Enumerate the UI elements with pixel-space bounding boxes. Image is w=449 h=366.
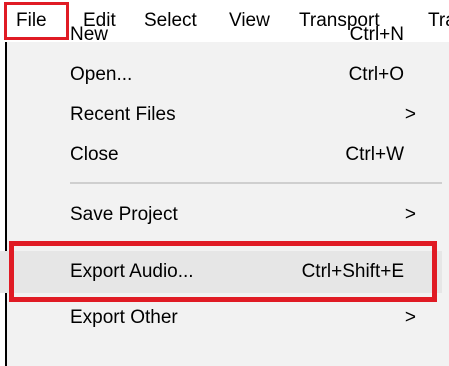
menu-item-label: Open... — [70, 64, 133, 85]
menu-item-save-project[interactable]: Save Project > — [0, 194, 442, 236]
export-audio-highlight-box — [9, 241, 437, 302]
menu-item-shortcut: Ctrl+W — [345, 144, 404, 165]
menu-item-open[interactable]: Open... Ctrl+O — [0, 54, 442, 96]
chevron-right-icon: > — [404, 204, 416, 225]
menu-item-recent-files[interactable]: Recent Files > — [0, 94, 442, 136]
menu-item-shortcut: Ctrl+O — [348, 64, 404, 85]
menu-item-shortcut: Ctrl+N — [349, 24, 404, 45]
chevron-right-icon: > — [404, 307, 416, 328]
menu-item-label: Recent Files — [70, 104, 176, 125]
menu-item-export-other[interactable]: Export Other > — [0, 297, 442, 339]
menu-separator — [70, 182, 442, 184]
chevron-right-icon: > — [404, 104, 416, 125]
menu-item-label: Close — [70, 144, 119, 165]
menu-item-close[interactable]: Close Ctrl+W — [0, 134, 442, 176]
menu-item-label: Export Other — [70, 307, 178, 328]
menu-item-label: Save Project — [70, 204, 178, 225]
menu-item-new[interactable]: New Ctrl+N — [0, 14, 442, 56]
app-window: File Edit Select View Transport Trac New… — [0, 0, 449, 366]
menu-item-label: New — [70, 24, 109, 45]
